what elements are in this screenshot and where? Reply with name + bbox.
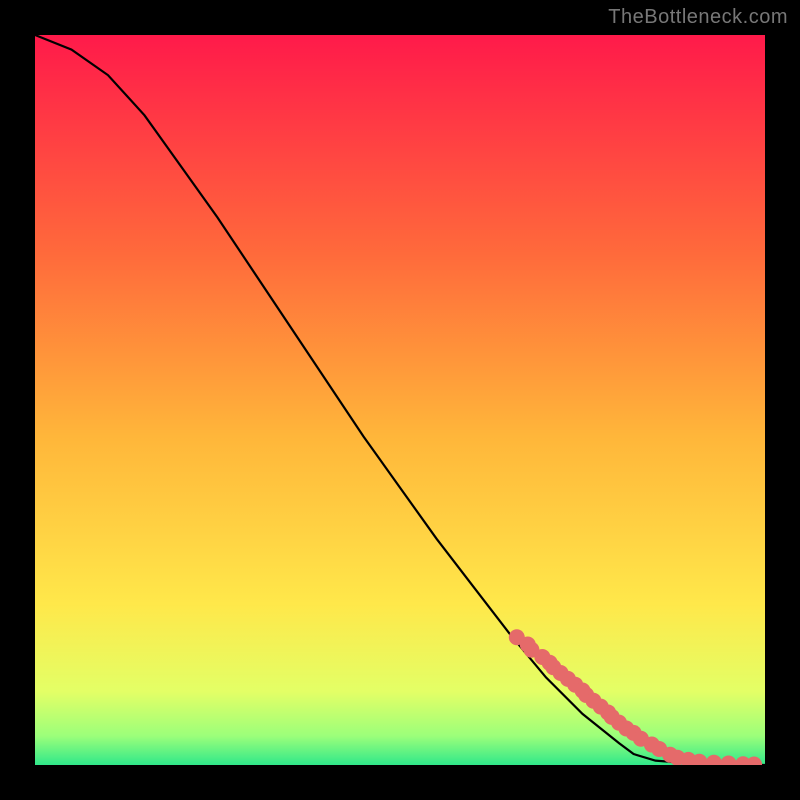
watermark-text: TheBottleneck.com	[608, 6, 788, 29]
chart-plot-area	[35, 35, 765, 765]
gradient-background	[35, 35, 765, 765]
chart-svg	[35, 35, 765, 765]
